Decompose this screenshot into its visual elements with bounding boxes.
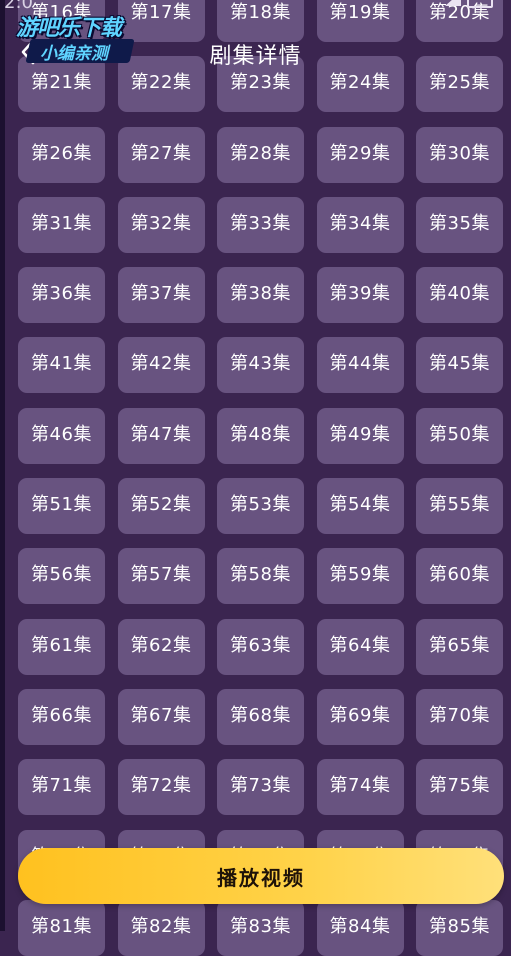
- episode-button[interactable]: 第67集: [117, 688, 205, 745]
- episode-button[interactable]: 第73集: [217, 759, 304, 816]
- watermark-logo: 游吧乐下载 小编亲测: [8, 6, 142, 66]
- episode-button[interactable]: 第28集: [217, 126, 304, 183]
- episode-button[interactable]: 第71集: [18, 759, 105, 816]
- episode-button[interactable]: 第74集: [316, 759, 404, 816]
- episode-grid: 第16集 第17集 第18集 第19集 第20集 第21集 第22集 第23集 第24集 第25集…: [18, 0, 505, 956]
- episode-button[interactable]: 第69集: [316, 688, 404, 745]
- episode-button[interactable]: 第31集: [18, 196, 105, 253]
- episode-button[interactable]: 第34集: [316, 196, 404, 253]
- episode-button[interactable]: 第81集: [18, 899, 105, 956]
- episode-button[interactable]: 第51集: [18, 478, 105, 535]
- episode-button[interactable]: 第52集: [117, 478, 205, 535]
- episode-button[interactable]: 第33集: [217, 196, 304, 253]
- episode-button[interactable]: 第41集: [18, 337, 105, 394]
- episode-button[interactable]: 第38集: [217, 267, 304, 324]
- episode-button[interactable]: 第70集: [416, 688, 503, 745]
- episode-button[interactable]: 第61集: [18, 618, 105, 675]
- episode-button[interactable]: 第84集: [316, 899, 404, 956]
- watermark-line1: 游吧乐下载: [16, 16, 122, 41]
- episode-button[interactable]: 第47集: [117, 407, 205, 464]
- episode-button[interactable]: 第82集: [117, 899, 205, 956]
- episode-button[interactable]: 第36集: [18, 267, 105, 324]
- play-video-button[interactable]: 播放视频: [18, 848, 504, 904]
- episode-button[interactable]: 第50集: [416, 407, 503, 464]
- episode-button[interactable]: 第53集: [217, 478, 304, 535]
- signal-icon: [445, 0, 461, 6]
- episode-button[interactable]: 第43集: [217, 337, 304, 394]
- episode-button[interactable]: 第72集: [117, 759, 205, 816]
- episode-button[interactable]: 第45集: [416, 337, 503, 394]
- episode-button[interactable]: 第64集: [316, 618, 404, 675]
- episode-button[interactable]: 第63集: [217, 618, 304, 675]
- episode-button[interactable]: 第35集: [416, 196, 503, 253]
- episode-button[interactable]: 第49集: [316, 407, 404, 464]
- episode-button[interactable]: 第66集: [18, 688, 105, 745]
- episode-button[interactable]: 第30集: [416, 126, 503, 183]
- battery-icon: [467, 0, 493, 8]
- episode-button[interactable]: 第19集: [316, 0, 404, 42]
- episode-button[interactable]: 第85集: [416, 899, 503, 956]
- episode-button[interactable]: 第18集: [217, 0, 304, 42]
- episode-button[interactable]: 第27集: [117, 126, 205, 183]
- episode-button[interactable]: 第48集: [217, 407, 304, 464]
- episode-button[interactable]: 第56集: [18, 548, 105, 605]
- episode-button[interactable]: 第32集: [117, 196, 205, 253]
- status-icons: [445, 0, 493, 8]
- episode-button[interactable]: 第57集: [117, 548, 205, 605]
- episode-button[interactable]: 第26集: [18, 126, 105, 183]
- episode-button[interactable]: 第68集: [217, 688, 304, 745]
- episode-button[interactable]: 第83集: [217, 899, 304, 956]
- episode-button[interactable]: 第39集: [316, 267, 404, 324]
- episode-button[interactable]: 第37集: [117, 267, 205, 324]
- watermark-line2: 小编亲测: [40, 44, 108, 64]
- episode-button[interactable]: 第62集: [117, 618, 205, 675]
- episode-button[interactable]: 第59集: [316, 548, 404, 605]
- episode-button[interactable]: 第42集: [117, 337, 205, 394]
- episode-button[interactable]: 第55集: [416, 478, 503, 535]
- left-edge: [0, 0, 5, 931]
- episode-button[interactable]: 第54集: [316, 478, 404, 535]
- episode-button[interactable]: 第46集: [18, 407, 105, 464]
- episode-button[interactable]: 第58集: [217, 548, 304, 605]
- episode-button[interactable]: 第75集: [416, 759, 503, 816]
- episode-button[interactable]: 第60集: [416, 548, 503, 605]
- episode-button[interactable]: 第29集: [316, 126, 404, 183]
- episode-button[interactable]: 第65集: [416, 618, 503, 675]
- episode-button[interactable]: 第40集: [416, 267, 503, 324]
- episode-button[interactable]: 第44集: [316, 337, 404, 394]
